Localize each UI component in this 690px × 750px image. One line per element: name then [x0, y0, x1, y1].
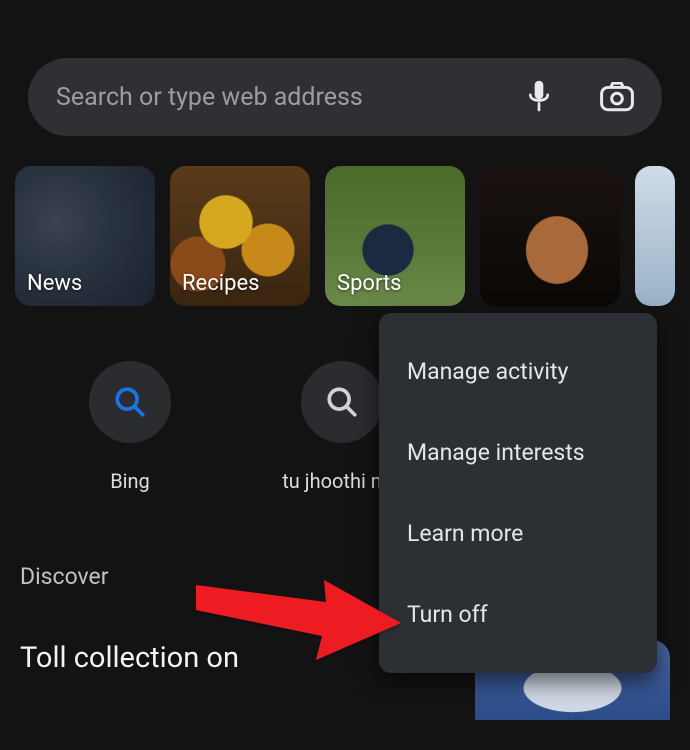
- tile-label: Recipes: [182, 271, 259, 296]
- tile-label: Sports: [337, 271, 402, 296]
- shortcut-label: Bing: [110, 469, 150, 493]
- search-placeholder: Search or type web address: [56, 83, 526, 112]
- tile-peek[interactable]: [635, 166, 675, 306]
- tile-image: [480, 166, 620, 306]
- shortcut-icon-circle: [301, 361, 383, 443]
- tile-news[interactable]: News: [15, 166, 155, 306]
- menu-item-turn-off[interactable]: Turn off: [379, 574, 657, 655]
- camera-search-icon[interactable]: [600, 82, 634, 112]
- search-bar[interactable]: Search or type web address: [28, 58, 662, 136]
- shortcut-bing[interactable]: Bing: [60, 361, 200, 493]
- discover-context-menu: Manage activity Manage interests Learn m…: [379, 313, 657, 673]
- tile-label: News: [27, 271, 82, 296]
- tile-sports[interactable]: Sports: [325, 166, 465, 306]
- menu-item-learn-more[interactable]: Learn more: [379, 493, 657, 574]
- shortcut-icon-circle: [89, 361, 171, 443]
- tile-recipes[interactable]: Recipes: [170, 166, 310, 306]
- tile-art[interactable]: [480, 166, 620, 306]
- search-icon: [325, 385, 359, 419]
- menu-item-manage-activity[interactable]: Manage activity: [379, 331, 657, 412]
- menu-item-manage-interests[interactable]: Manage interests: [379, 412, 657, 493]
- category-tiles-row: News Recipes Sports: [15, 166, 670, 306]
- feed-title: Toll collection on: [20, 640, 239, 678]
- search-icon: [113, 385, 147, 419]
- voice-search-icon[interactable]: [526, 80, 552, 114]
